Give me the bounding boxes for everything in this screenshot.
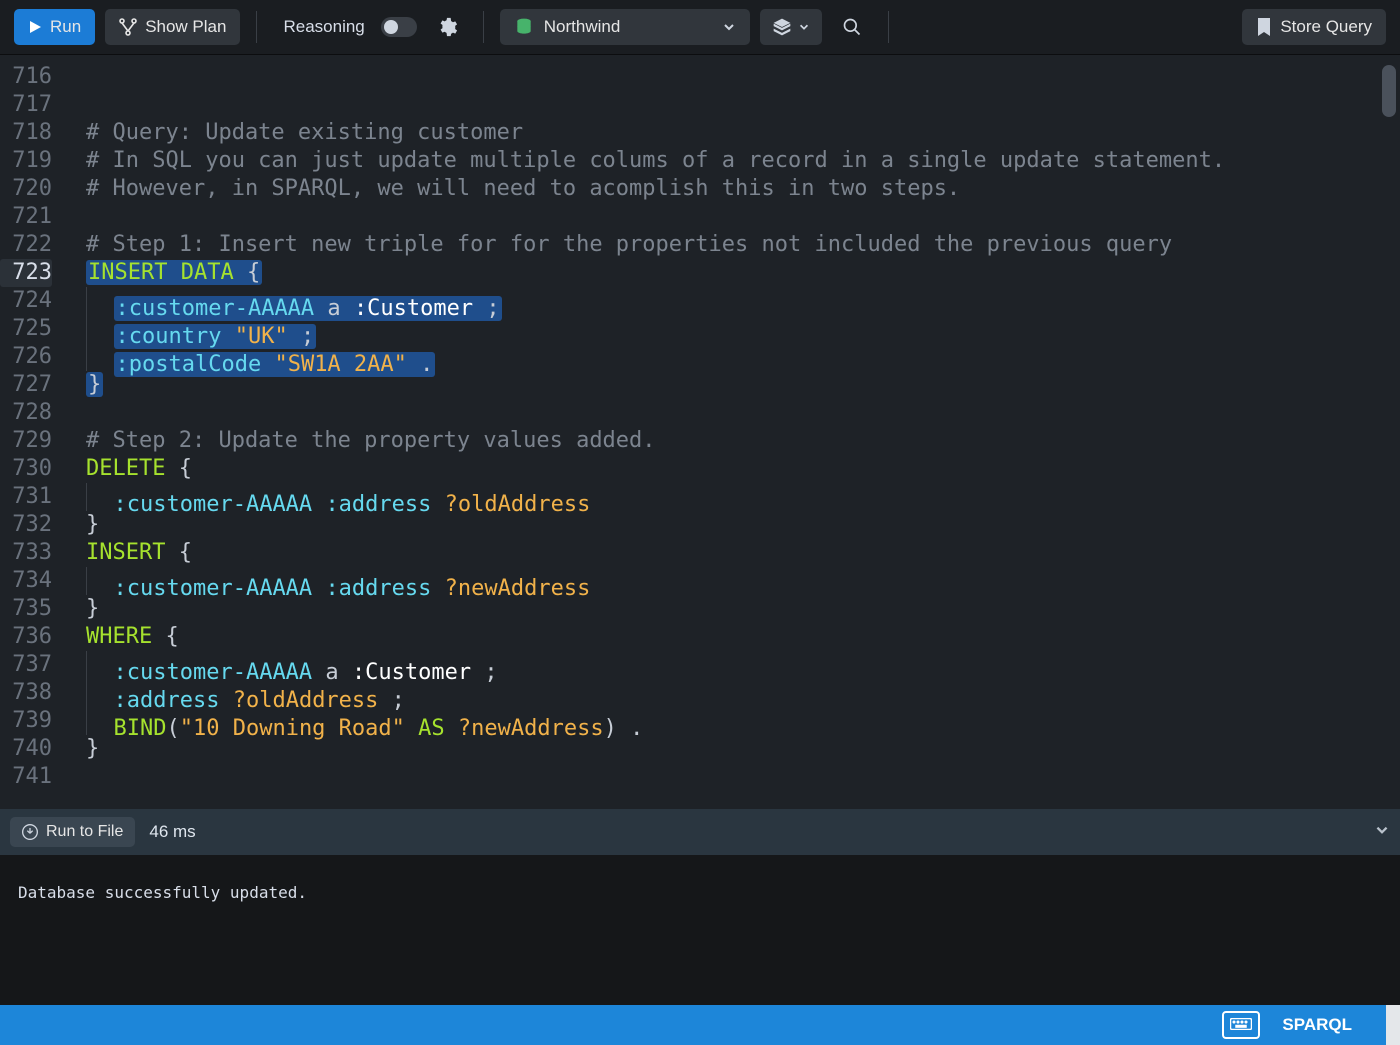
code-line[interactable]: :postalCode "SW1A 2AA" .: [62, 343, 1400, 371]
bookmark-icon: [1256, 18, 1272, 36]
vertical-scrollbar[interactable]: [1382, 65, 1396, 799]
code-line[interactable]: BIND("10 Downing Road" AS ?newAddress) .: [62, 707, 1400, 735]
output-message: Database successfully updated.: [18, 883, 307, 902]
keyboard-shortcuts-button[interactable]: [1222, 1011, 1260, 1039]
chevron-down-icon: [798, 21, 810, 33]
show-plan-label: Show Plan: [145, 17, 226, 37]
store-query-label: Store Query: [1280, 17, 1372, 37]
layers-icon: [772, 17, 792, 37]
chevron-down-icon: [722, 20, 736, 34]
code-line[interactable]: :country "UK" ;: [62, 315, 1400, 343]
divider: [483, 11, 484, 43]
results-bar: Run to File 46 ms: [0, 809, 1400, 855]
scroll-thumb[interactable]: [1382, 65, 1396, 117]
reasoning-toggle[interactable]: [381, 17, 417, 37]
code-line[interactable]: :customer-AAAAA :address ?newAddress: [62, 567, 1400, 595]
code-line[interactable]: # However, in SPARQL, we will need to ac…: [62, 175, 1400, 203]
database-select[interactable]: Northwind: [500, 9, 750, 45]
toolbar: Run Show Plan Reasoning Northwind Store …: [0, 0, 1400, 55]
reasoning-label: Reasoning: [283, 17, 364, 37]
code-content[interactable]: # Query: Update existing customer# In SQ…: [62, 55, 1400, 809]
run-button[interactable]: Run: [14, 9, 95, 45]
code-line[interactable]: [62, 91, 1400, 119]
search-button[interactable]: [832, 7, 872, 47]
divider: [256, 11, 257, 43]
code-line[interactable]: DELETE {: [62, 455, 1400, 483]
run-to-file-button[interactable]: Run to File: [10, 817, 135, 847]
plan-icon: [119, 18, 137, 36]
gear-icon: [436, 16, 458, 38]
database-name: Northwind: [544, 17, 621, 37]
collapse-results-button[interactable]: [1374, 822, 1390, 843]
line-number-gutter: 7167177187197207217227237247257267277287…: [0, 55, 62, 809]
code-line[interactable]: :customer-AAAAA a :Customer ;: [62, 651, 1400, 679]
run-to-file-label: Run to File: [46, 823, 123, 841]
language-label[interactable]: SPARQL: [1282, 1015, 1352, 1035]
code-line[interactable]: INSERT {: [62, 539, 1400, 567]
code-line[interactable]: [62, 399, 1400, 427]
code-line[interactable]: :customer-AAAAA :address ?oldAddress: [62, 483, 1400, 511]
code-line[interactable]: # In SQL you can just update multiple co…: [62, 147, 1400, 175]
store-query-button[interactable]: Store Query: [1242, 9, 1386, 45]
timing-label: 46 ms: [149, 822, 195, 842]
show-plan-button[interactable]: Show Plan: [105, 9, 240, 45]
chevron-down-icon: [1374, 822, 1390, 838]
code-editor[interactable]: 7167177187197207217227237247257267277287…: [0, 55, 1400, 809]
run-label: Run: [50, 17, 81, 37]
search-icon: [842, 17, 862, 37]
database-icon: [514, 17, 534, 37]
code-line[interactable]: [62, 63, 1400, 91]
keyboard-icon: [1230, 1018, 1252, 1030]
code-line[interactable]: # Step 1: Insert new triple for for the …: [62, 231, 1400, 259]
output-panel: Database successfully updated.: [0, 855, 1400, 1005]
layers-button[interactable]: [760, 9, 822, 45]
code-line[interactable]: INSERT DATA {: [62, 259, 1400, 287]
code-line[interactable]: # Step 2: Update the property values add…: [62, 427, 1400, 455]
status-bar: SPARQL: [0, 1005, 1400, 1045]
code-line[interactable]: :address ?oldAddress ;: [62, 679, 1400, 707]
divider: [888, 11, 889, 43]
code-line[interactable]: WHERE {: [62, 623, 1400, 651]
play-icon: [28, 20, 42, 34]
download-icon: [22, 824, 38, 840]
code-line[interactable]: :customer-AAAAA a :Customer ;: [62, 287, 1400, 315]
settings-button[interactable]: [427, 7, 467, 47]
code-line[interactable]: [62, 763, 1400, 791]
code-line[interactable]: [62, 203, 1400, 231]
language-stripe: [1386, 1005, 1400, 1045]
code-line[interactable]: # Query: Update existing customer: [62, 119, 1400, 147]
